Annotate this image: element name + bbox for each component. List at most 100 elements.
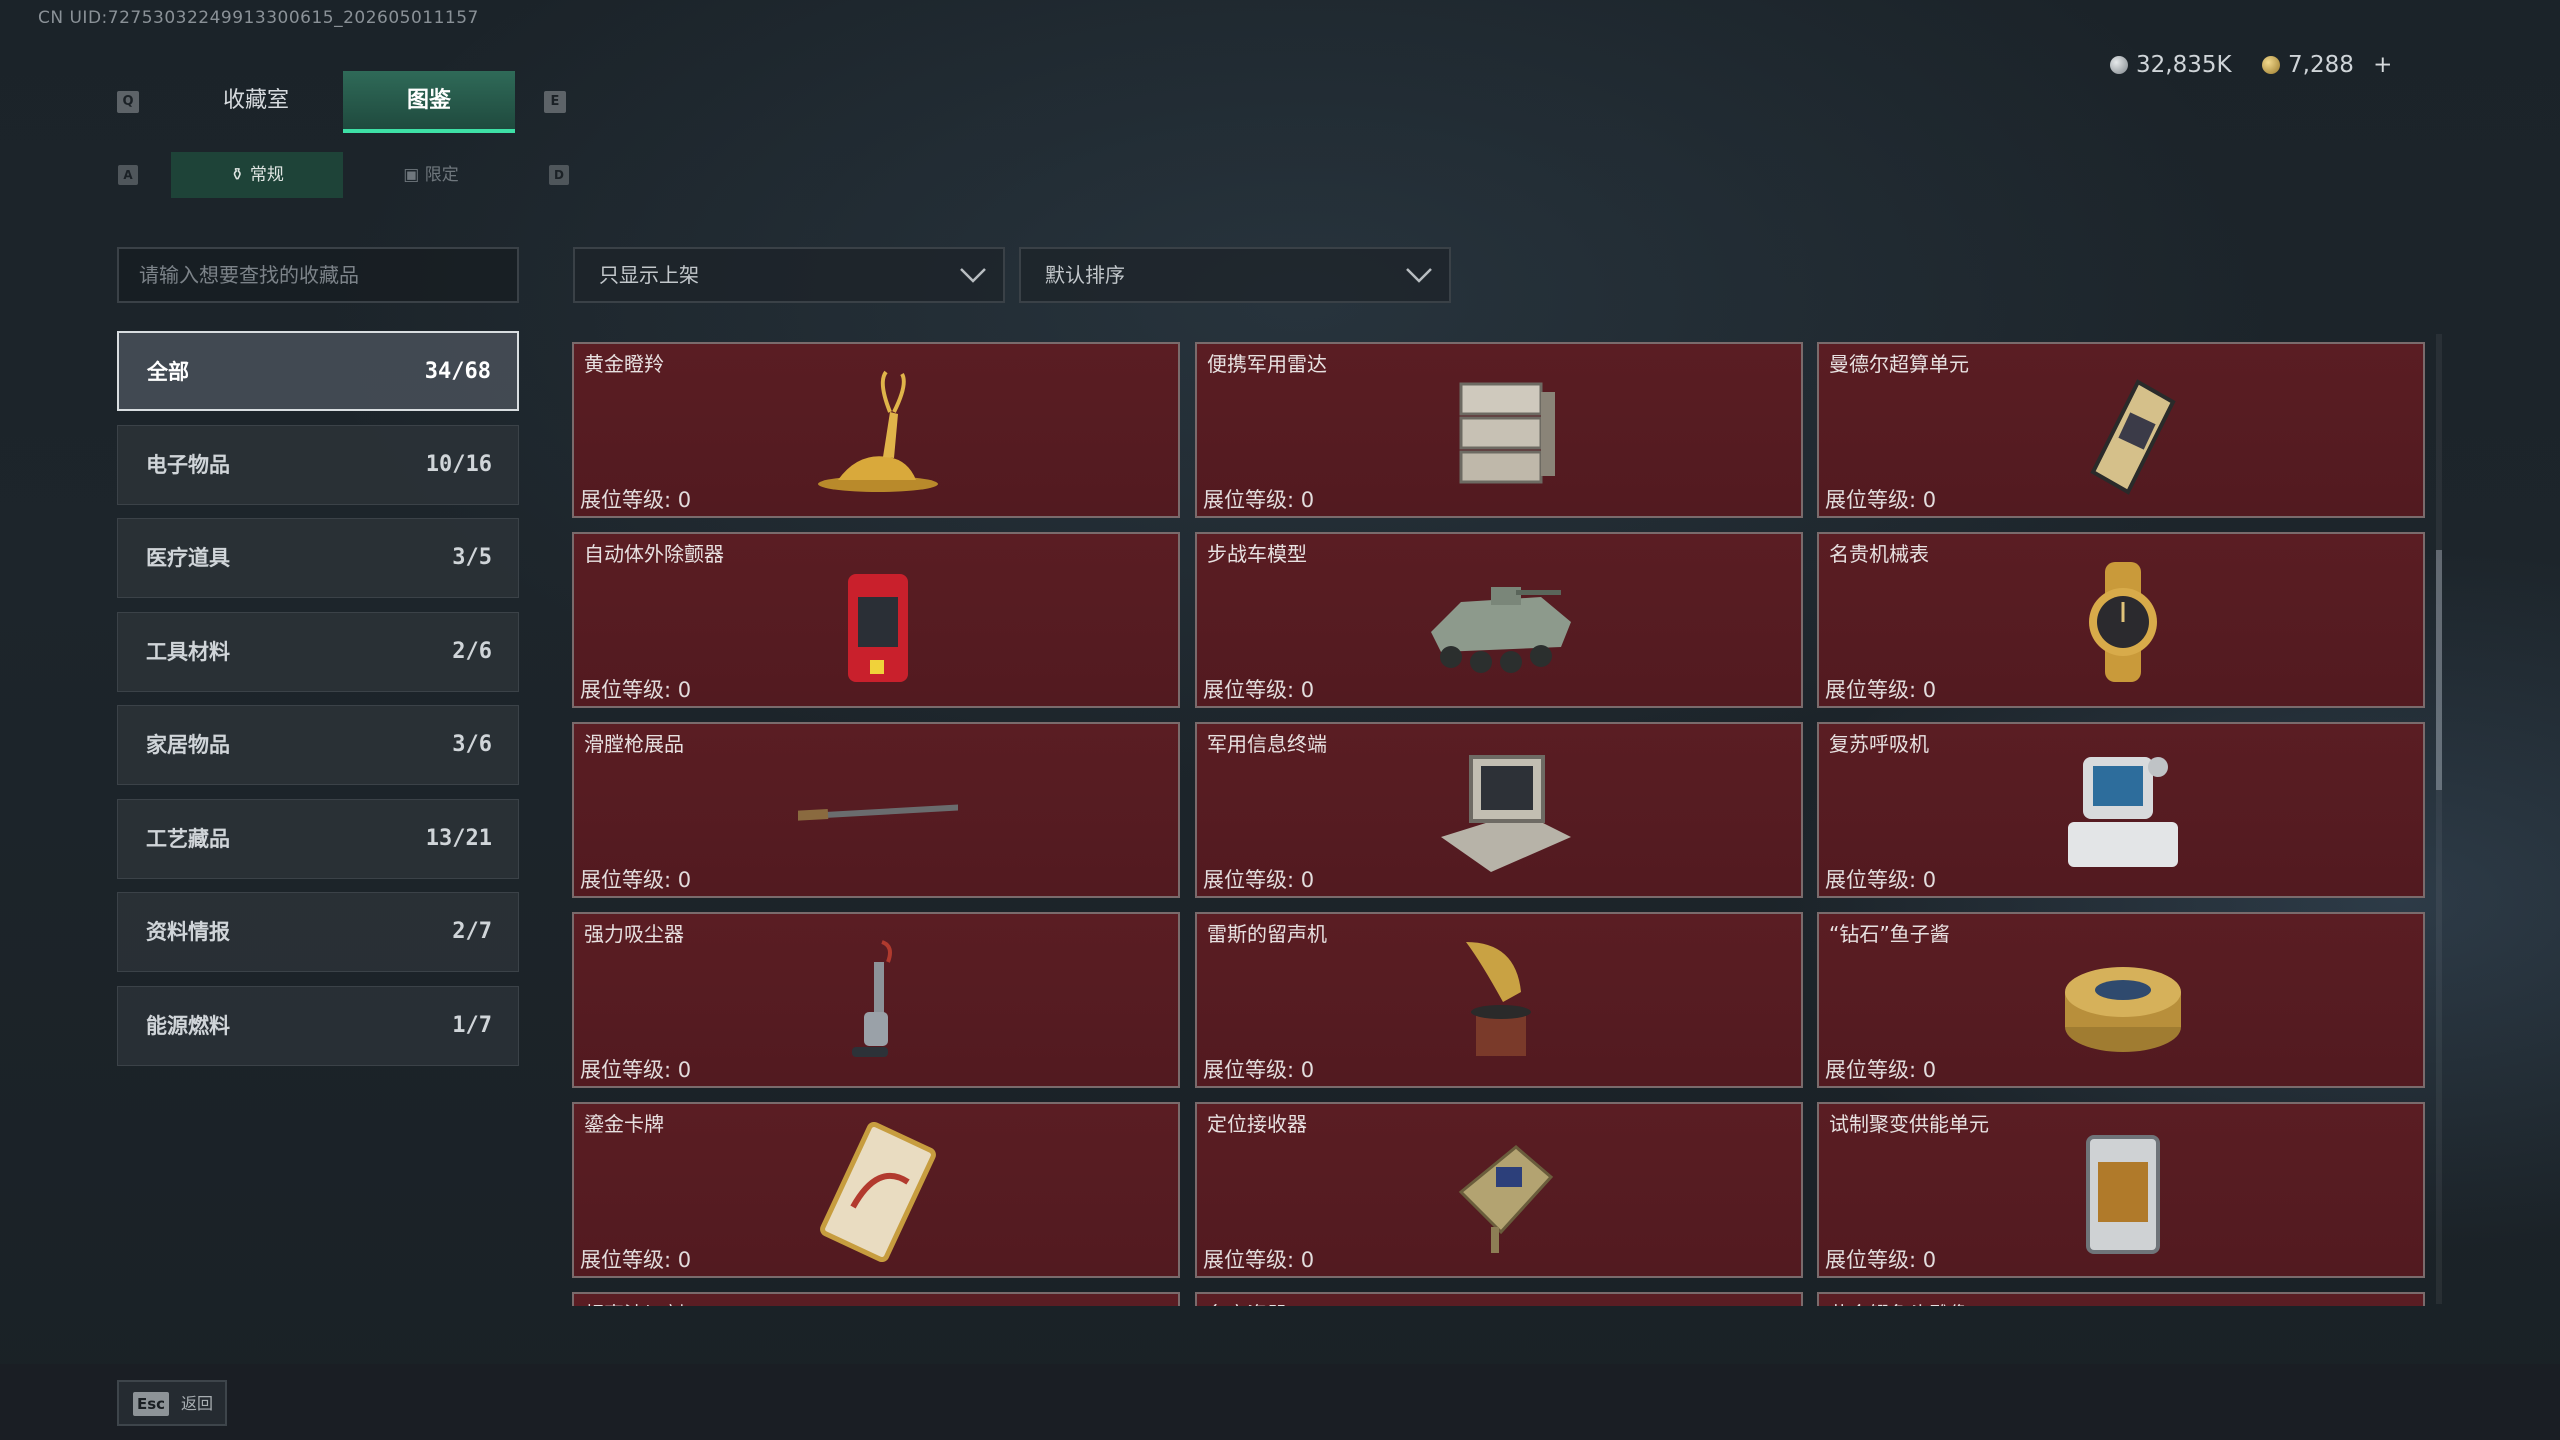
category-item[interactable]: 医疗道具 3/5 [117,518,519,598]
collection-item-card[interactable]: 雷斯的留声机展位等级: 0 [1195,912,1803,1088]
category-name: 资料情报 [146,920,230,944]
category-count: 34/68 [424,359,491,384]
chevron-down-icon [1406,268,1432,283]
tab-next-key: E [544,91,566,113]
sort-dropdown[interactable]: 默认排序 [1019,247,1451,303]
collection-item-card[interactable]: 定位接收器 展位等级: 0 [1195,1102,1803,1278]
category-name: 能源燃料 [146,1013,230,1038]
luxury-watch-icon [2043,552,2203,692]
silver-currency: 32,835K [2110,52,2232,78]
collection-item-card[interactable]: 黄金鳄鱼头雕像展位等级: 0 [1817,1292,2425,1306]
tab-collection-room[interactable]: 收藏室 [170,71,342,133]
item-level: 展位等级: 0 [1825,488,1937,512]
category-name: 工艺藏品 [146,826,230,851]
item-name: 滑膛枪展品 [584,732,684,756]
category-name: 全部 [147,360,189,384]
image-icon: ▣ [403,165,425,185]
subtab-regular-label: 常规 [249,165,284,185]
category-item[interactable]: 工艺藏品 13/21 [117,798,519,879]
category-count: 3/5 [452,545,492,570]
collection-item-card[interactable]: 黄金瞪羚展位等级: 0 [572,342,1180,518]
item-level: 展位等级: 0 [1203,1248,1315,1272]
item-level: 展位等级: 0 [1825,678,1937,702]
subtab-limited[interactable]: ▣ 限定 [345,152,517,198]
military-terminal-icon [1421,742,1581,882]
collection-item-card[interactable]: 步战车模型 展位等级: 0 [1195,532,1803,708]
category-count: 2/6 [452,638,492,664]
subtab-limited-label: 限定 [424,165,459,185]
collection-item-card[interactable]: 强力吸尘器 展位等级: 0 [572,912,1180,1088]
item-level: 展位等级: 0 [580,678,692,702]
item-level: 展位等级: 0 [1203,1058,1315,1082]
category-item[interactable]: 资料情报 2/7 [117,892,519,972]
silver-coin-icon [2110,56,2128,74]
category-item[interactable]: 电子物品 10/16 [117,424,519,505]
collection-item-card[interactable]: 自动体外除颤器 展位等级: 0 [572,532,1180,708]
item-name: “钻石”鱼子酱 [1829,922,1950,946]
supercomputer-unit-icon [2043,362,2203,502]
item-level: 展位等级: 0 [580,1248,692,1272]
item-name: 超声波切割刀 [584,1298,704,1306]
shelf-filter-dropdown[interactable]: 只显示上架 [573,247,1005,303]
item-name: 名窑瓷器 [1207,1298,1287,1306]
collection-item-card[interactable]: 鎏金卡牌展位等级: 0 [572,1102,1180,1278]
grid-scroll-thumb[interactable] [2436,550,2442,790]
search-input[interactable] [117,247,519,303]
gold-currency: 7,288 + [2262,52,2392,78]
category-item[interactable]: 工具材料 2/6 [117,611,519,692]
ventilator-icon [2043,742,2203,882]
item-name: 复苏呼吸机 [1829,732,1929,756]
item-level: 展位等级: 0 [1825,868,1937,892]
portable-radar-icon [1421,362,1581,502]
category-item[interactable]: 全部 34/68 [117,331,519,411]
category-name: 医疗道具 [146,546,230,570]
back-label: 返回 [181,1394,214,1413]
subtab-next-key: D [549,165,569,185]
collection-item-card[interactable]: 滑膛枪展品展位等级: 0 [572,722,1180,898]
item-name: 步战车模型 [1207,542,1307,566]
shelf-filter-value: 只显示上架 [599,263,699,287]
item-name: 黄金鳄鱼头雕像 [1829,1298,1969,1306]
fusion-cell-icon [2043,1122,2203,1262]
locator-receiver-icon [1421,1122,1581,1262]
collection-grid: 黄金瞪羚 展位等级: 0 便携军用雷达 展位等级: 0 曼德尔超算单元 展位等级: 0 自动… [572,342,2426,1306]
player-uid: CN UID:72753032249913300615_202605011157 [38,8,479,28]
category-item[interactable]: 能源燃料 1/7 [117,985,519,1066]
gold-coin-icon [2262,56,2280,74]
category-count: 13/21 [425,825,492,851]
collection-item-card[interactable]: 名贵机械表 展位等级: 0 [1817,532,2425,708]
item-name: 试制聚变供能单元 [1829,1112,1989,1136]
item-level: 展位等级: 0 [580,1058,692,1082]
category-name: 电子物品 [146,452,230,477]
category-count: 10/16 [425,451,492,477]
silver-amount: 32,835K [2136,52,2232,78]
collection-item-card[interactable]: 曼德尔超算单元 展位等级: 0 [1817,342,2425,518]
category-count: 3/6 [452,732,492,757]
item-name: 雷斯的留声机 [1207,922,1327,946]
item-name: 军用信息终端 [1207,732,1327,756]
collection-item-card[interactable]: 超声波切割刀展位等级: 0 [572,1292,1180,1306]
collection-item-card[interactable]: 名窑瓷器展位等级: 0 [1195,1292,1803,1306]
item-name: 黄金瞪羚 [584,352,664,376]
back-button[interactable]: Esc 返回 [117,1380,227,1426]
gilded-card-icon [798,1121,958,1263]
collection-item-card[interactable]: 军用信息终端 展位等级: 0 [1195,722,1803,898]
collection-item-card[interactable]: 复苏呼吸机展位等级: 0 [1817,722,2425,898]
esc-key: Esc [133,1392,169,1416]
item-level: 展位等级: 0 [1825,1248,1937,1272]
collection-item-card[interactable]: 试制聚变供能单元展位等级: 0 [1817,1102,2425,1278]
subtab-regular[interactable]: ⚱ 常规 [171,152,343,198]
item-level: 展位等级: 0 [580,488,692,512]
item-level: 展位等级: 0 [580,868,692,892]
category-name: 家居物品 [146,733,230,757]
add-currency-button[interactable]: + [2373,52,2392,78]
category-item[interactable]: 家居物品 3/6 [117,705,519,785]
category-count: 2/7 [452,919,492,944]
collection-item-card[interactable]: “钻石”鱼子酱 展位等级: 0 [1817,912,2425,1088]
collection-item-card[interactable]: 便携军用雷达 展位等级: 0 [1195,342,1803,518]
grid-scrollbar[interactable] [2436,334,2442,1304]
tab-prev-key: Q [117,91,139,113]
sort-value: 默认排序 [1045,263,1125,287]
item-name: 鎏金卡牌 [584,1112,664,1136]
tab-codex[interactable]: 图鉴 [343,71,515,133]
